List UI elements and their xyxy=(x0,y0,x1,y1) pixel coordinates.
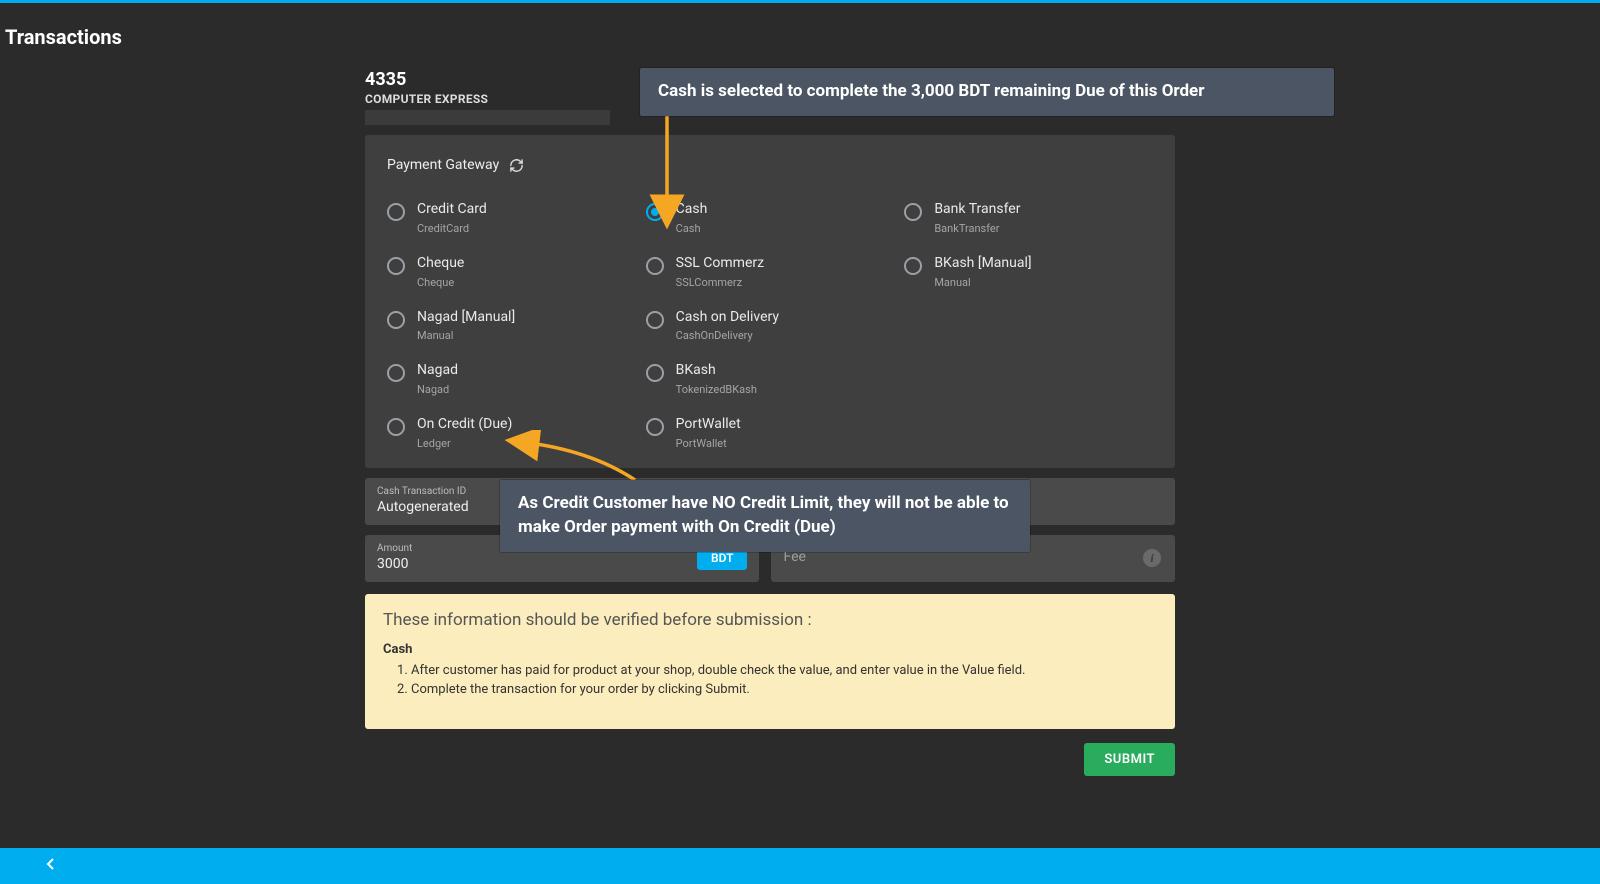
verify-steps: After customer has paid for product at y… xyxy=(411,663,1157,697)
gateway-subtitle: Cheque xyxy=(417,276,464,289)
gateway-subtitle: BankTransfer xyxy=(934,222,1020,235)
gateway-title: BKash xyxy=(676,362,757,379)
radio-icon[interactable] xyxy=(646,311,664,329)
amount-value: 3000 xyxy=(377,556,747,572)
radio-icon[interactable] xyxy=(904,203,922,221)
radio-icon[interactable] xyxy=(904,257,922,275)
main-content: 4335 COMPUTER EXPRESS Payment Gateway Cr… xyxy=(365,69,1175,776)
gateway-title: Nagad xyxy=(417,362,458,379)
gateway-subtitle: TokenizedBKash xyxy=(676,383,757,396)
gateway-option[interactable]: SSL Commerz SSLCommerz xyxy=(646,255,895,289)
submit-button[interactable]: SUBMIT xyxy=(1084,743,1175,776)
panel-header-label: Payment Gateway xyxy=(387,157,499,173)
gateway-option[interactable]: BKash TokenizedBKash xyxy=(646,362,895,396)
gateway-title: SSL Commerz xyxy=(676,255,764,272)
gateway-title: Bank Transfer xyxy=(934,201,1020,218)
verify-subtitle: Cash xyxy=(383,642,1157,657)
gateway-option[interactable]: Cash Cash xyxy=(646,201,895,235)
verify-step-2: Complete the transaction for your order … xyxy=(411,682,1157,697)
gateway-title: BKash [Manual] xyxy=(934,255,1031,272)
gateway-option[interactable]: Cash on Delivery CashOnDelivery xyxy=(646,309,895,343)
gateway-subtitle: Ledger xyxy=(417,437,512,450)
gateway-subtitle: Cash xyxy=(676,222,708,235)
gateway-option[interactable]: Nagad Nagad xyxy=(387,362,636,396)
gateway-options-grid: Credit Card CreditCard Cash Cash Bank Transf… xyxy=(387,201,1153,450)
radio-icon[interactable] xyxy=(387,203,405,221)
radio-icon[interactable] xyxy=(387,311,405,329)
payment-gateway-panel: Payment Gateway Credit Card CreditCard Cas… xyxy=(365,135,1175,468)
gateway-option[interactable]: Bank Transfer BankTransfer xyxy=(904,201,1153,235)
gateway-option[interactable]: BKash [Manual] Manual xyxy=(904,255,1153,289)
panel-header: Payment Gateway xyxy=(387,157,1153,173)
radio-icon[interactable] xyxy=(646,203,664,221)
bottom-bar xyxy=(0,848,1600,884)
annotation-credit-limit: As Credit Customer have NO Credit Limit,… xyxy=(500,480,1030,552)
gateway-subtitle: CashOnDelivery xyxy=(676,329,779,342)
verify-title: These information should be verified bef… xyxy=(383,610,1157,630)
info-icon[interactable]: i xyxy=(1143,549,1161,567)
gateway-subtitle: PortWallet xyxy=(676,437,741,450)
radio-icon[interactable] xyxy=(646,257,664,275)
gateway-option[interactable]: Credit Card CreditCard xyxy=(387,201,636,235)
page-title: Transactions xyxy=(0,3,1600,61)
radio-icon[interactable] xyxy=(646,418,664,436)
refresh-icon[interactable] xyxy=(509,158,524,173)
gateway-title: Credit Card xyxy=(417,201,487,218)
gateway-title: Cash on Delivery xyxy=(676,309,779,326)
gateway-subtitle: Nagad xyxy=(417,383,458,396)
annotation-cash-selected: Cash is selected to complete the 3,000 B… xyxy=(640,68,1334,116)
radio-icon[interactable] xyxy=(646,364,664,382)
gateway-title: Cash xyxy=(676,201,708,218)
gateway-subtitle: Manual xyxy=(934,276,1031,289)
radio-icon[interactable] xyxy=(387,257,405,275)
gateway-option[interactable]: Cheque Cheque xyxy=(387,255,636,289)
gateway-option[interactable]: On Credit (Due) Ledger xyxy=(387,416,636,450)
collapse-chevron-icon[interactable] xyxy=(46,857,56,875)
gateway-title: Nagad [Manual] xyxy=(417,309,515,326)
header-underbar xyxy=(365,110,610,125)
gateway-title: Cheque xyxy=(417,255,464,272)
verify-step-1: After customer has paid for product at y… xyxy=(411,663,1157,678)
verification-panel: These information should be verified bef… xyxy=(365,594,1175,729)
gateway-option[interactable]: PortWallet PortWallet xyxy=(646,416,895,450)
gateway-subtitle: Manual xyxy=(417,329,515,342)
radio-icon[interactable] xyxy=(387,418,405,436)
radio-icon[interactable] xyxy=(387,364,405,382)
gateway-title: On Credit (Due) xyxy=(417,416,512,433)
gateway-subtitle: SSLCommerz xyxy=(676,276,764,289)
gateway-title: PortWallet xyxy=(676,416,741,433)
gateway-option[interactable]: Nagad [Manual] Manual xyxy=(387,309,636,343)
gateway-subtitle: CreditCard xyxy=(417,222,487,235)
